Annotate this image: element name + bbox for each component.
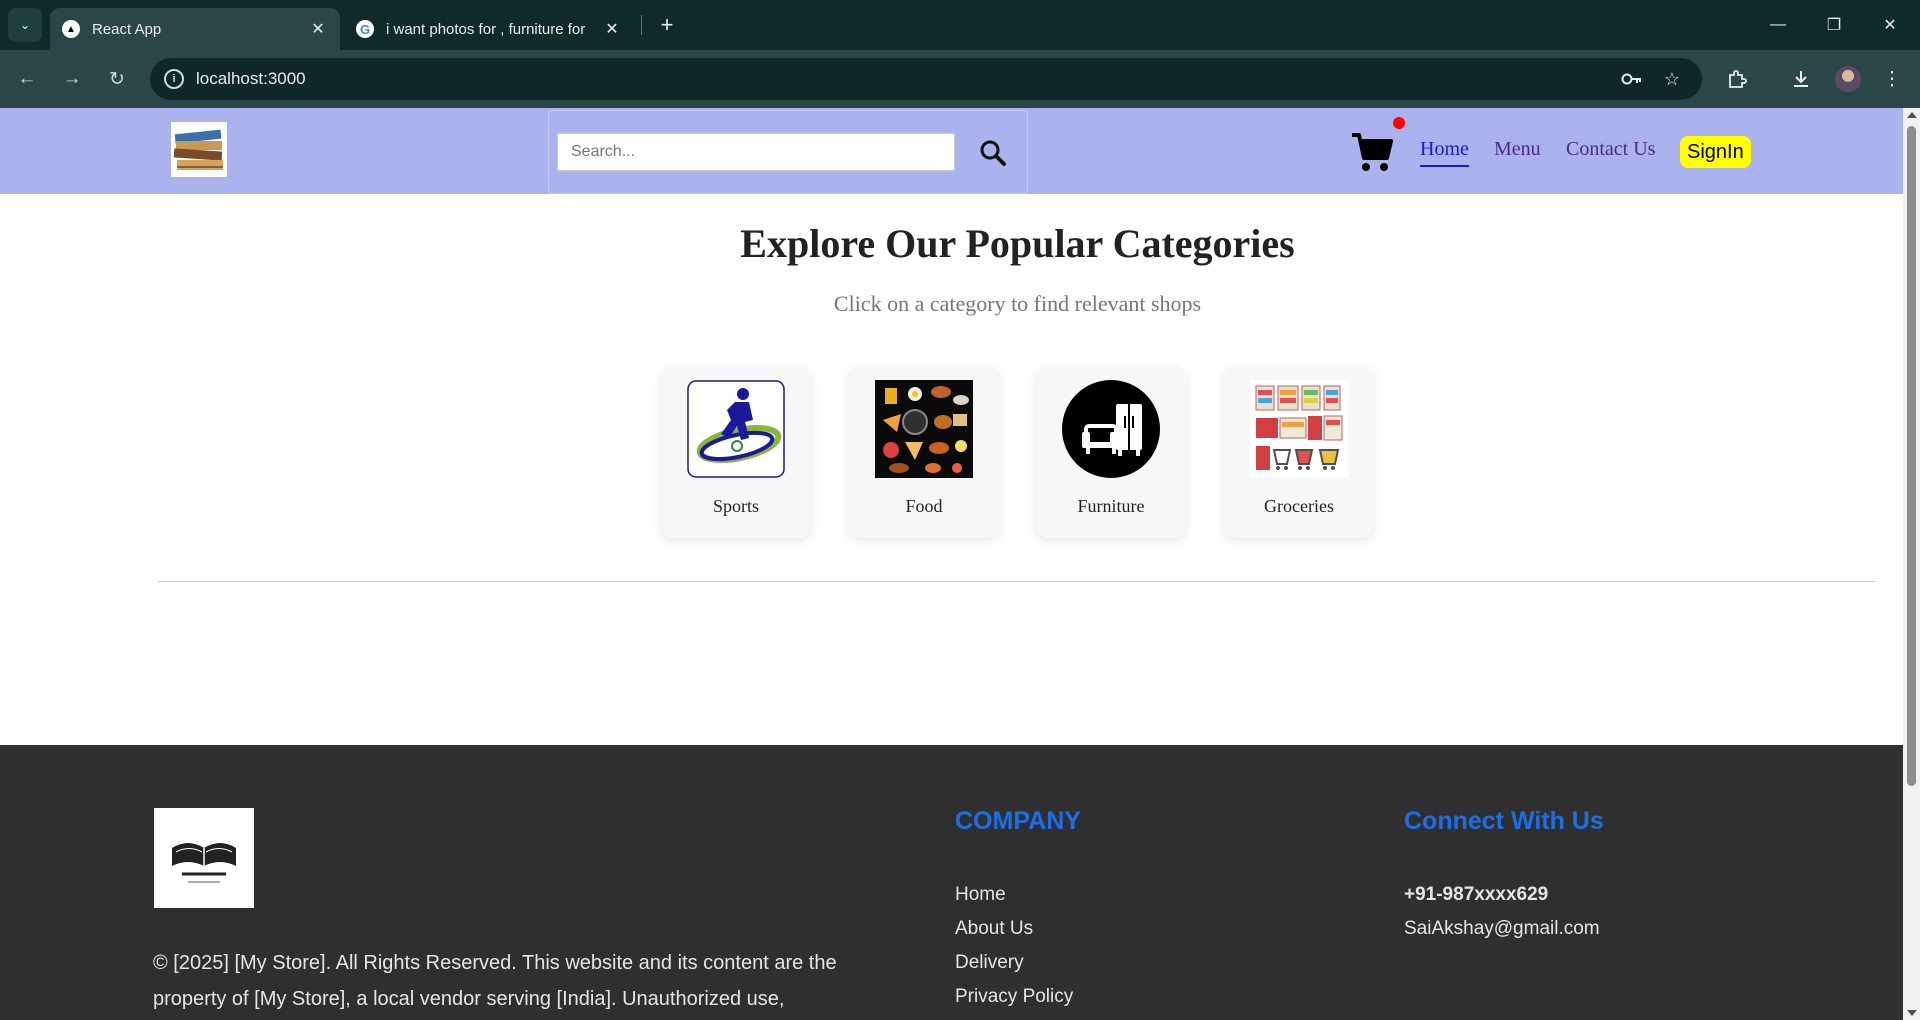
minimize-icon[interactable]: —: [1750, 0, 1806, 50]
tab-separator: [641, 15, 642, 35]
footer-link-delivery[interactable]: Delivery: [955, 952, 1024, 974]
close-tab-icon[interactable]: ✕: [600, 19, 624, 39]
browser-toolbar: ← → ↻ i localhost:3000 ☆ ⋮: [0, 50, 1920, 108]
bookmark-star-icon[interactable]: ☆: [1660, 67, 1684, 91]
page-scrollbar[interactable]: [1903, 108, 1920, 1020]
address-bar[interactable]: i localhost:3000 ☆: [150, 58, 1702, 100]
groceries-category-icon: [1250, 380, 1348, 478]
web-page: Home Menu Contact Us SignIn Explore Our …: [0, 108, 1903, 1020]
sports-category-icon: [687, 380, 785, 478]
site-logo[interactable]: [171, 122, 227, 177]
footer-link-about[interactable]: About Us: [955, 918, 1033, 940]
search-form: [548, 110, 1028, 194]
tab-react-app[interactable]: ▲ React App ✕: [50, 8, 340, 50]
furniture-category-icon: [1062, 380, 1160, 478]
new-tab-icon[interactable]: +: [652, 10, 682, 40]
url-text: localhost:3000: [196, 69, 306, 88]
nav-contact-link[interactable]: Contact Us: [1566, 138, 1655, 161]
nav-home-link[interactable]: Home: [1420, 138, 1469, 167]
restore-icon[interactable]: ❐: [1806, 0, 1862, 50]
download-icon[interactable]: [1784, 62, 1818, 96]
browser-menu-icon[interactable]: ⋮: [1875, 62, 1909, 96]
category-label: Food: [905, 496, 943, 516]
site-info-icon[interactable]: i: [164, 69, 184, 89]
reload-icon[interactable]: ↻: [100, 62, 134, 96]
tab-search-button[interactable]: ⌄: [8, 8, 42, 42]
scroll-up-arrow-icon[interactable]: [1907, 112, 1917, 118]
footer-company-heading: COMPANY: [955, 807, 1081, 835]
google-favicon-icon: G: [356, 20, 374, 38]
categories-subtitle: Click on a category to find relevant sho…: [833, 291, 1202, 316]
categories-title: Explore Our Popular Categories: [740, 221, 1295, 266]
back-arrow-icon[interactable]: ←: [10, 62, 44, 96]
footer-copyright: © [2025] [My Store]. All Rights Reserved…: [153, 952, 837, 1010]
close-tab-icon[interactable]: ✕: [306, 19, 330, 39]
browser-tab-bar: ⌄ ▲ React App ✕ G i want photos for , fu…: [0, 0, 1920, 50]
category-label: Groceries: [1264, 496, 1334, 516]
extensions-puzzle-icon[interactable]: [1720, 62, 1754, 96]
footer-email[interactable]: SaiAkshay@gmail.com: [1404, 918, 1600, 940]
scrollbar-thumb[interactable]: [1907, 126, 1916, 786]
category-card-sports[interactable]: Sports: [661, 366, 811, 538]
search-input[interactable]: [557, 133, 955, 171]
category-card-groceries[interactable]: Groceries: [1224, 366, 1374, 538]
react-app-favicon-icon: ▲: [62, 20, 80, 38]
food-category-icon: [875, 380, 973, 478]
forward-arrow-icon[interactable]: →: [55, 62, 89, 96]
signin-button[interactable]: SignIn: [1680, 136, 1751, 168]
section-divider: [158, 581, 1876, 582]
site-header: Home Menu Contact Us SignIn: [0, 108, 1903, 194]
scroll-down-arrow-icon[interactable]: [1907, 1010, 1917, 1016]
footer-link-privacy[interactable]: Privacy Policy: [955, 986, 1073, 1008]
cart-icon[interactable]: [1350, 130, 1394, 174]
tab-google-search[interactable]: G i want photos for , furniture for ✕: [344, 8, 634, 50]
tab-title: React App: [92, 20, 162, 38]
category-label: Sports: [712, 496, 759, 516]
password-key-icon[interactable]: [1620, 67, 1644, 91]
footer-logo: [154, 808, 254, 908]
footer-connect-heading: Connect With Us: [1404, 807, 1604, 835]
profile-avatar[interactable]: [1835, 66, 1861, 92]
category-card-food[interactable]: Food: [849, 366, 999, 538]
nav-menu-link[interactable]: Menu: [1494, 138, 1541, 161]
window-close-icon[interactable]: ✕: [1862, 0, 1918, 50]
search-icon: [980, 140, 1006, 166]
footer-link-home[interactable]: Home: [955, 884, 1006, 906]
cart-notification-badge: [1393, 117, 1405, 129]
site-footer: © [2025] [My Store]. All Rights Reserved…: [0, 745, 1903, 1020]
category-card-furniture[interactable]: Furniture: [1036, 366, 1186, 538]
footer-phone: +91-987xxxx629: [1404, 884, 1549, 905]
search-button[interactable]: [973, 133, 1013, 173]
tab-title: i want photos for , furniture for: [386, 20, 586, 38]
category-label: Furniture: [1077, 496, 1145, 516]
